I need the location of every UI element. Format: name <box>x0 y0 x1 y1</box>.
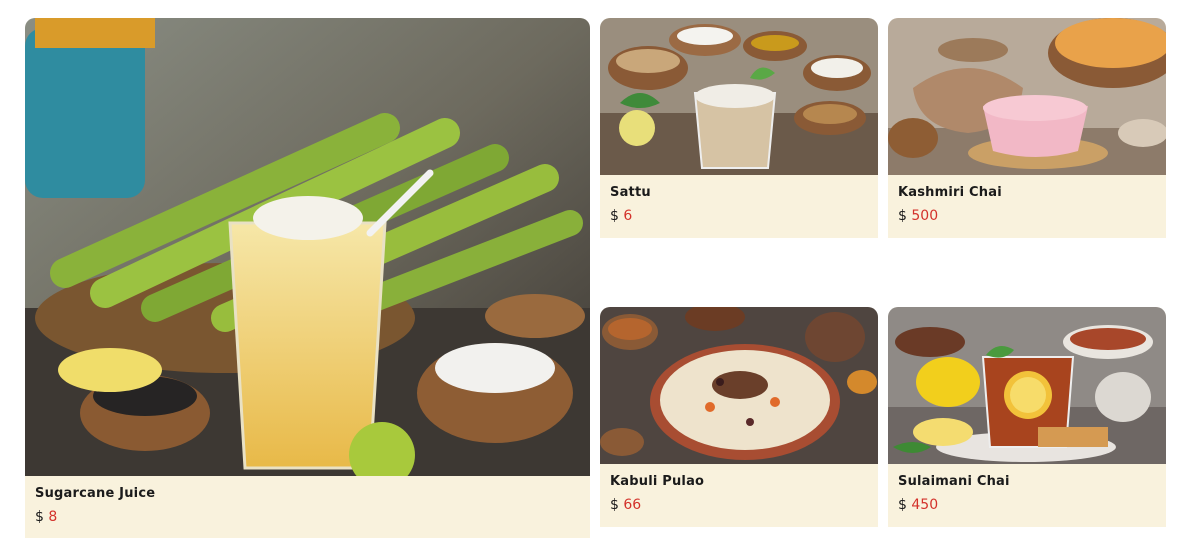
item-price: $ 8 <box>35 509 580 525</box>
currency-symbol: $ <box>35 509 44 525</box>
item-name: Sattu <box>610 185 651 200</box>
sulaimani-chai-image <box>888 307 1166 464</box>
currency-symbol: $ <box>898 497 907 513</box>
menu-card-sulaimani-chai[interactable]: Sulaimani Chai $ 450 <box>888 307 1166 527</box>
menu-card-sugarcane-juice[interactable]: Sugarcane Juice $ 8 <box>25 18 590 538</box>
item-price: $ 66 <box>610 497 868 513</box>
price-value: 8 <box>48 509 58 525</box>
item-name: Sugarcane Juice <box>35 486 156 501</box>
currency-symbol: $ <box>610 208 619 224</box>
item-price: $ 450 <box>898 497 1156 513</box>
price-value: 66 <box>623 497 642 513</box>
item-name: Sulaimani Chai <box>898 474 1010 489</box>
price-value: 500 <box>911 208 939 224</box>
currency-symbol: $ <box>898 208 907 224</box>
item-name: Kabuli Pulao <box>610 474 705 489</box>
menu-card-kabuli-pulao[interactable]: Kabuli Pulao $ 66 <box>600 307 878 527</box>
kashmiri-chai-image <box>888 18 1166 175</box>
sattu-image <box>600 18 878 175</box>
item-price: $ 6 <box>610 208 868 224</box>
sugarcane-juice-image <box>25 18 590 476</box>
menu-card-sattu[interactable]: Sattu $ 6 <box>600 18 878 238</box>
price-value: 450 <box>911 497 939 513</box>
price-value: 6 <box>623 208 633 224</box>
menu-card-kashmiri-chai[interactable]: Kashmiri Chai $ 500 <box>888 18 1166 238</box>
kabuli-pulao-image <box>600 307 878 464</box>
item-price: $ 500 <box>898 208 1156 224</box>
item-name: Kashmiri Chai <box>898 185 1002 200</box>
currency-symbol: $ <box>610 497 619 513</box>
